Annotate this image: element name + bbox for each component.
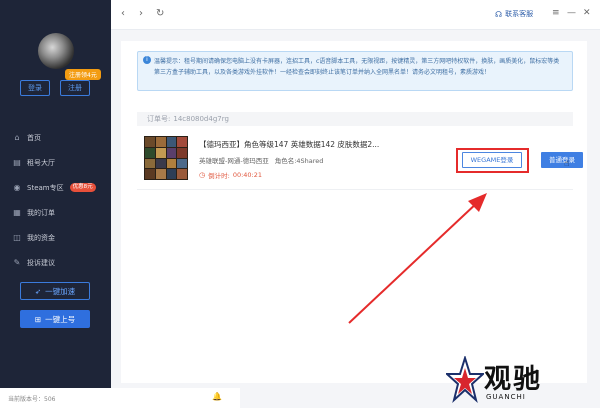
sidebar-item-home[interactable]: ⌂ 首页 (0, 125, 111, 150)
clock-icon: ◷ (199, 171, 206, 179)
steam-discount-badge: 优惠8元 (69, 183, 96, 192)
support-label: 联系客服 (505, 10, 534, 18)
order-number-bar: 订单号: 14c8080d4g7rg (137, 112, 573, 126)
sidebar-item-label: 投诉建议 (27, 258, 55, 267)
info-icon: i (143, 56, 151, 64)
back-icon[interactable]: ‹ (121, 8, 125, 19)
notice-text: 温馨提示：租号期间请确保您电脑上没有卡屏器，连招工具，c语音脚本工具，无限视距，… (154, 58, 560, 76)
quick-login-label: 一键上号 (45, 314, 76, 324)
steam-icon: ◉ (13, 183, 21, 192)
wegame-login-button[interactable]: WEGAME登录 (462, 152, 522, 168)
account-thumbnail (144, 136, 188, 180)
product-meta: 英雄联盟-网通-德玛西亚 角色名:4Shared (199, 155, 323, 165)
sidebar: 注册领4元 登录 注册 ⌂ 首页 ▤ 租号大厅 ◉ Steam专区 优惠8元 ▦… (0, 0, 111, 408)
watermark-sub: GUANCHI (486, 393, 526, 401)
version-text: 当前版本号：506 (8, 396, 56, 403)
sidebar-item-label: 首页 (27, 133, 41, 142)
sidebar-item-label: 我的订单 (27, 208, 55, 217)
contact-support-button[interactable]: ☊ 联系客服 (495, 9, 533, 19)
register-button[interactable]: 注册 (60, 80, 90, 96)
watermark-brand: 观驰 (484, 364, 542, 395)
sidebar-item-label: 租号大厅 (27, 158, 55, 167)
headset-icon: ☊ (495, 9, 503, 19)
sidebar-item-wallet[interactable]: ◫ 我的资金 (0, 225, 111, 250)
gamepad-icon: ⊞ (34, 314, 42, 324)
sidebar-item-steam[interactable]: ◉ Steam专区 优惠8元 (0, 175, 111, 200)
pointer-arrow (348, 193, 487, 324)
order-number: 14c8080d4g7rg (173, 115, 229, 123)
game-server: 英雄联盟-网通-德玛西亚 (199, 157, 269, 165)
menu-icon[interactable]: ≡ (552, 8, 560, 18)
product-title: 【德玛西亚】角色等级147 英雄数据142 皮肤数据2... (199, 140, 380, 149)
one-click-speedup-button[interactable]: ➶ 一键加速 (20, 282, 90, 300)
mouse-cursor-icon: ☝ (564, 159, 570, 169)
main-content: i 温馨提示：租号期间请确保您电脑上没有卡屏器，连招工具，c语音脚本工具，无限视… (111, 30, 600, 408)
rocket-icon: ➶ (34, 286, 42, 296)
countdown-time: 00:40:21 (232, 171, 263, 179)
order-number-label: 订单号: (147, 115, 171, 123)
avatar[interactable] (38, 33, 74, 69)
countdown-label: 倒计时: (208, 172, 230, 180)
orders-icon: ▦ (13, 208, 21, 217)
orders-panel: i 温馨提示：租号期间请确保您电脑上没有卡屏器，连招工具，c语音脚本工具，无限视… (121, 41, 587, 383)
sidebar-item-label: 我的资金 (27, 233, 55, 242)
bell-icon[interactable]: 🔔 (212, 392, 222, 401)
normal-login-button[interactable]: 普通登录 (541, 152, 583, 168)
close-icon[interactable]: ✕ (583, 8, 591, 18)
sidebar-item-hall[interactable]: ▤ 租号大厅 (0, 150, 111, 175)
sidebar-item-orders[interactable]: ▦ 我的订单 (0, 200, 111, 225)
role-name: 4Shared (296, 157, 324, 165)
feedback-icon: ✎ (13, 258, 21, 267)
one-click-login-button[interactable]: ⊞ 一键上号 (20, 310, 90, 328)
register-promo-badge: 注册领4元 (65, 69, 101, 80)
speedup-label: 一键加速 (45, 286, 76, 296)
minimize-icon[interactable]: — (567, 8, 576, 18)
forward-icon[interactable]: › (139, 8, 143, 19)
sidebar-item-label: Steam专区 (27, 183, 64, 192)
top-bar: ‹ › ↻ ☊ 联系客服 ≡ — ✕ (111, 0, 600, 30)
refresh-icon[interactable]: ↻ (156, 8, 164, 19)
notice-box: i 温馨提示：租号期间请确保您电脑上没有卡屏器，连招工具，c语音脚本工具，无限视… (137, 51, 573, 91)
sidebar-item-feedback[interactable]: ✎ 投诉建议 (0, 250, 111, 275)
status-bar: 当前版本号：506 (0, 388, 240, 408)
role-label: 角色名: (274, 157, 297, 165)
login-button[interactable]: 登录 (20, 80, 50, 96)
home-icon: ⌂ (14, 133, 20, 142)
wallet-icon: ◫ (13, 233, 21, 242)
sidebar-nav: ⌂ 首页 ▤ 租号大厅 ◉ Steam专区 优惠8元 ▦ 我的订单 ◫ 我的资金… (0, 125, 111, 275)
hall-icon: ▤ (13, 158, 21, 167)
countdown: ◷ 倒计时: 00:40:21 (199, 170, 262, 180)
watermark-logo (446, 356, 484, 403)
